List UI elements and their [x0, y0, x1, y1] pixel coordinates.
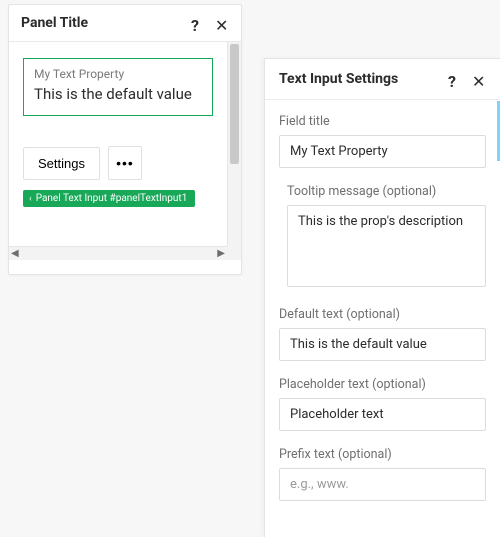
text-input-label: My Text Property — [34, 67, 202, 81]
close-icon[interactable]: ✕ — [472, 72, 486, 86]
scroll-left-arrow-icon[interactable]: ◀ — [11, 248, 19, 259]
panel-title: Panel Title — [21, 15, 191, 31]
ellipsis-icon: ••• — [116, 155, 134, 171]
vertical-scroll-thumb[interactable] — [230, 44, 239, 164]
widget-id-text: Panel Text Input #panelTextInput1 — [36, 193, 188, 204]
panel-body: My Text Property This is the default val… — [9, 42, 227, 260]
panel-header: Panel Title ? ✕ — [9, 5, 241, 42]
panel-card: Panel Title ? ✕ My Text Property This is… — [8, 4, 242, 275]
tooltip-block: Tooltip message (optional) — [287, 184, 486, 291]
chevron-left-icon: ‹ — [29, 194, 32, 204]
tooltip-textarea[interactable] — [287, 205, 486, 287]
settings-header: Text Input Settings ? ✕ — [265, 59, 500, 100]
horizontal-scrollbar[interactable]: ◀ ▶ — [9, 246, 227, 260]
settings-button[interactable]: Settings — [23, 147, 100, 180]
tooltip-label: Tooltip message (optional) — [287, 184, 486, 199]
default-text-input[interactable] — [279, 328, 486, 361]
scroll-corner — [227, 246, 241, 260]
text-input-value: This is the default value — [34, 85, 202, 103]
widget-toolbar: Settings ••• — [23, 146, 213, 180]
scroll-right-arrow-icon[interactable]: ▶ — [217, 248, 225, 259]
help-icon[interactable]: ? — [191, 16, 205, 30]
more-button[interactable]: ••• — [108, 146, 142, 180]
text-input-widget[interactable]: My Text Property This is the default val… — [23, 58, 213, 116]
panel-header-icons: ? ✕ — [191, 16, 229, 30]
widget-id-badge[interactable]: ‹ Panel Text Input #panelTextInput1 — [23, 190, 195, 207]
close-icon[interactable]: ✕ — [215, 16, 229, 30]
settings-header-icons: ? ✕ — [448, 72, 486, 86]
prefix-text-label: Prefix text (optional) — [279, 447, 486, 462]
placeholder-text-input[interactable] — [279, 398, 486, 431]
prefix-text-input[interactable] — [279, 468, 486, 501]
settings-panel: Text Input Settings ? ✕ Field title Tool… — [264, 58, 500, 537]
field-title-input[interactable] — [279, 135, 486, 168]
default-text-label: Default text (optional) — [279, 307, 486, 322]
placeholder-text-label: Placeholder text (optional) — [279, 377, 486, 392]
settings-body: Field title Tooltip message (optional) D… — [265, 100, 500, 537]
help-icon[interactable]: ? — [448, 72, 462, 86]
field-title-label: Field title — [279, 114, 486, 129]
settings-title: Text Input Settings — [279, 71, 448, 87]
panel-body-inner: My Text Property This is the default val… — [23, 58, 213, 248]
panel-body-wrap: My Text Property This is the default val… — [9, 42, 241, 260]
vertical-scrollbar[interactable] — [227, 42, 241, 246]
